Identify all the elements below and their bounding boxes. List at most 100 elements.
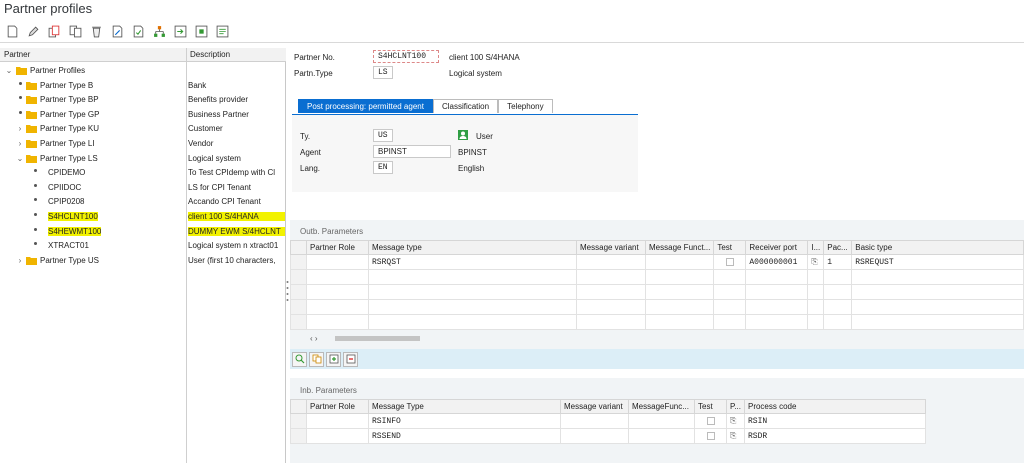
tree-node-partner-type-b[interactable]: Partner Type B Bank — [0, 79, 286, 94]
col-message-type[interactable]: Message type — [368, 240, 577, 255]
cell-message-type[interactable]: RSINFO — [368, 413, 561, 429]
row-selector[interactable] — [290, 299, 307, 315]
empty-cell[interactable] — [713, 299, 747, 315]
col-p[interactable]: P... — [726, 399, 745, 414]
tree-node-partner-type-bp[interactable]: Partner Type BP Benefits provider — [0, 93, 286, 108]
col-i[interactable]: I... — [807, 240, 825, 255]
empty-cell[interactable] — [807, 284, 825, 300]
cell-message-function[interactable] — [628, 428, 695, 444]
table-row[interactable] — [290, 284, 1024, 300]
duplicate-icon[interactable] — [67, 24, 83, 40]
table-row[interactable]: RSRQST A000000001 ⎘ 1 RSREQUST — [290, 254, 1024, 270]
tab-classification[interactable]: Classification — [432, 99, 499, 113]
col-basic-type[interactable]: Basic type — [851, 240, 1024, 255]
delete-icon[interactable] — [88, 24, 104, 40]
empty-cell[interactable] — [745, 314, 809, 330]
tab-telephony[interactable]: Telephony — [498, 99, 553, 113]
empty-cell[interactable] — [644, 284, 715, 300]
empty-cell[interactable] — [851, 299, 1024, 315]
empty-cell[interactable] — [644, 269, 715, 285]
cell-test[interactable] — [713, 254, 747, 270]
new-icon[interactable] — [4, 24, 20, 40]
agent-field[interactable]: BPINST — [373, 145, 451, 158]
empty-cell[interactable] — [713, 314, 747, 330]
copy-entry-icon[interactable] — [309, 351, 324, 367]
empty-cell[interactable] — [807, 314, 825, 330]
row-selector[interactable] — [290, 314, 307, 330]
empty-cell[interactable] — [823, 314, 853, 330]
cell-message-type[interactable]: RSSEND — [368, 428, 561, 444]
col-message-variant[interactable]: Message variant — [560, 399, 629, 414]
row-selector[interactable] — [290, 284, 307, 300]
row-selector[interactable] — [290, 413, 307, 429]
copy-icon[interactable] — [46, 24, 62, 40]
tree-node-partner-type-li[interactable]: › Partner Type LI Vendor — [0, 137, 286, 152]
chevron-down-icon[interactable]: ⌄ — [16, 154, 24, 163]
scrollbar-thumb[interactable] — [335, 336, 420, 341]
tree-node-cpidemo[interactable]: CPIDEMO To Test CPIdemp with Cl — [0, 166, 286, 181]
edit-doc-icon[interactable] — [109, 24, 125, 40]
test-checkbox[interactable] — [725, 258, 734, 267]
empty-cell[interactable] — [306, 314, 369, 330]
delete-row-icon[interactable] — [343, 351, 358, 367]
test-checkbox[interactable] — [706, 432, 715, 441]
hierarchy-icon[interactable] — [151, 24, 167, 40]
empty-cell[interactable] — [576, 284, 646, 300]
chevron-right-icon[interactable]: › — [16, 256, 24, 265]
details-icon[interactable] — [292, 351, 307, 367]
chevron-right-icon[interactable]: › — [16, 139, 24, 148]
empty-cell[interactable] — [823, 299, 853, 315]
table-row[interactable] — [290, 314, 1024, 330]
attachment-icon[interactable]: ⎘ — [726, 428, 745, 444]
partn-type-field[interactable]: LS — [373, 66, 393, 79]
tree-node-s4hclnt100[interactable]: S4HCLNT100 client 100 S/4HANA — [0, 210, 286, 225]
empty-cell[interactable] — [745, 299, 809, 315]
col-partner-role[interactable]: Partner Role — [306, 399, 369, 414]
horizontal-scrollbar[interactable]: ‹ › — [310, 334, 430, 343]
tab-post-processing[interactable]: Post processing: permitted agent — [298, 99, 433, 113]
col-partner-role[interactable]: Partner Role — [306, 240, 369, 255]
col-test[interactable]: Test — [694, 399, 727, 414]
tree-node-xtract01[interactable]: XTRACT01 Logical system n xtract01 — [0, 239, 286, 254]
cell-test[interactable] — [694, 428, 727, 444]
empty-cell[interactable] — [306, 299, 369, 315]
empty-cell[interactable] — [368, 284, 577, 300]
splitter-handle[interactable] — [286, 278, 289, 308]
empty-cell[interactable] — [745, 284, 809, 300]
tree-node-cpip0208[interactable]: CPIP0208 Accando CPI Tenant — [0, 195, 286, 210]
check-icon[interactable] — [130, 24, 146, 40]
cell-message-function[interactable] — [628, 413, 695, 429]
empty-cell[interactable] — [368, 314, 577, 330]
import-icon[interactable] — [193, 24, 209, 40]
edit-icon[interactable] — [25, 24, 41, 40]
cell-pack[interactable]: 1 — [823, 254, 853, 270]
chevron-right-icon[interactable]: › — [16, 124, 24, 133]
row-selector[interactable] — [290, 254, 307, 270]
cell-test[interactable] — [694, 413, 727, 429]
col-process-code[interactable]: Process code — [743, 399, 927, 414]
col-message-type[interactable]: Message Type — [368, 399, 561, 414]
export-icon[interactable] — [172, 24, 188, 40]
cell-receiver-port[interactable]: A000000001 — [745, 254, 809, 270]
test-checkbox[interactable] — [706, 417, 715, 426]
col-test[interactable]: Test — [713, 240, 747, 255]
empty-cell[interactable] — [807, 269, 825, 285]
tree-node-cpiidoc[interactable]: CPIIDOC LS for CPI Tenant — [0, 181, 286, 196]
cell-process-code[interactable]: RSIN — [743, 413, 927, 429]
cell-process-code[interactable]: RSDR — [743, 428, 927, 444]
tree-node-partner-type-ku[interactable]: › Partner Type KU Customer — [0, 122, 286, 137]
cell-message-type[interactable]: RSRQST — [368, 254, 577, 270]
tree-node-partner-type-us[interactable]: › Partner Type US User (first 10 charact… — [0, 254, 286, 269]
empty-cell[interactable] — [851, 284, 1024, 300]
empty-cell[interactable] — [368, 269, 577, 285]
row-selector[interactable] — [290, 428, 307, 444]
empty-cell[interactable] — [851, 269, 1024, 285]
lang-field[interactable]: EN — [373, 161, 393, 174]
tree-node-root[interactable]: ⌄ Partner Profiles — [0, 64, 286, 79]
empty-cell[interactable] — [644, 314, 715, 330]
col-message-variant[interactable]: Message variant — [576, 240, 646, 255]
table-row[interactable]: RSSEND ⎘ RSDR — [290, 428, 927, 444]
table-row[interactable]: RSINFO ⎘ RSIN — [290, 413, 927, 429]
table-row[interactable] — [290, 299, 1024, 315]
attachment-icon[interactable]: ⎘ — [726, 413, 745, 429]
